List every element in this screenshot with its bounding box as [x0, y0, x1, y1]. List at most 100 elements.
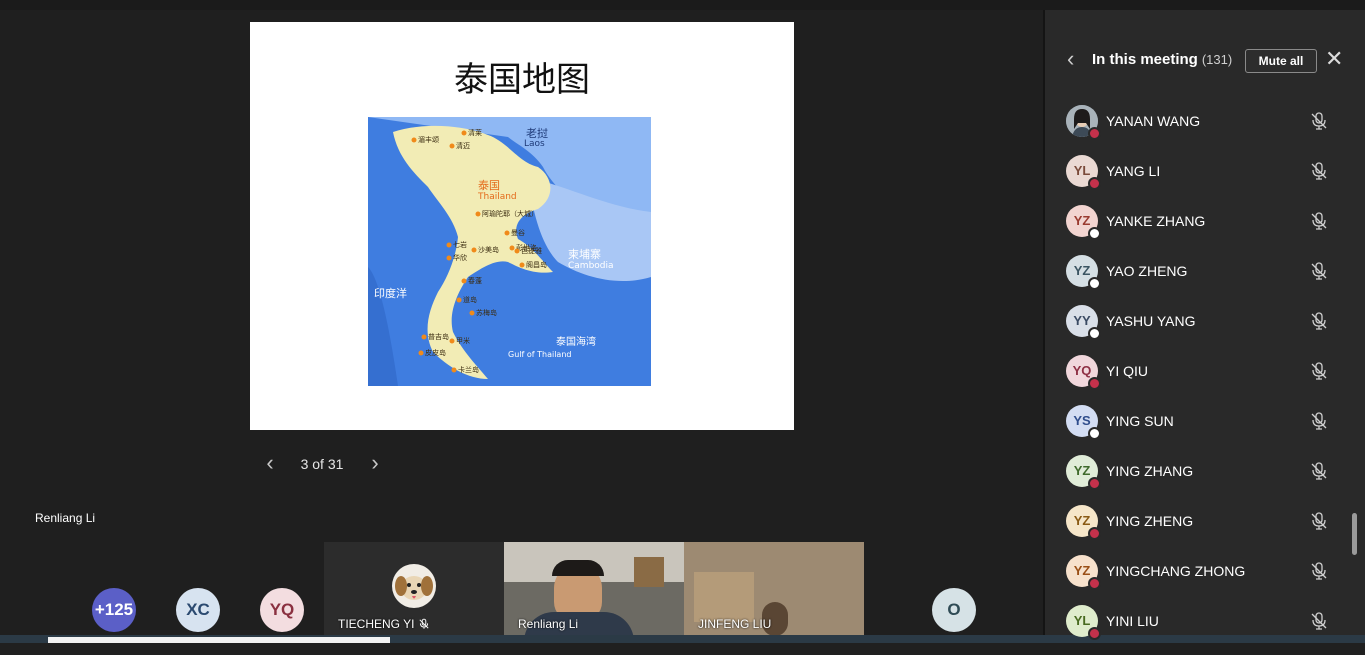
map-label-cambodia-cn: 柬埔寨 [568, 247, 601, 261]
participant-row[interactable]: YY YASHU YANG [1045, 305, 1350, 355]
participant-name: YANKE ZHANG [1106, 213, 1206, 229]
city-label: 湄丰颂 [418, 135, 439, 144]
map-label-gulf-en: Gulf of Thailand [508, 350, 571, 359]
thailand-map-image: 老挝 Laos 柬埔寨 Cambodia 印度洋 泰国海湾 Gulf of Th… [368, 117, 651, 386]
participant-row[interactable]: YANAN WANG [1045, 105, 1350, 155]
mute-all-button[interactable]: Mute all [1245, 49, 1317, 73]
city-marker [519, 262, 525, 268]
participant-count: (131) [1201, 52, 1233, 67]
city-marker [469, 310, 475, 316]
tile-name-tiecheng-yi: TIECHENG YI [338, 617, 415, 631]
city-label: 七岩 [453, 240, 467, 249]
participant-name: YING ZHANG [1106, 463, 1194, 479]
map-label-thailand-cn: 泰国 [478, 178, 500, 192]
mic-off-icon[interactable] [1309, 561, 1329, 581]
participant-row[interactable]: YZ YING ZHANG [1045, 455, 1350, 505]
chevron-left-icon[interactable]: ‹ [1067, 48, 1074, 70]
avatar-initials: YS [1073, 413, 1091, 428]
city-label: 清莱 [468, 128, 482, 137]
map-label-thailand-en: Thailand [477, 192, 517, 202]
map-label-gulf-cn: 泰国海湾 [556, 335, 596, 348]
mic-off-icon[interactable] [1309, 511, 1329, 531]
participant-row[interactable]: YZ YAO ZHENG [1045, 255, 1350, 305]
avatar-initials: YZ [1073, 263, 1091, 278]
mic-off-icon[interactable] [1309, 261, 1329, 281]
video-background-object [634, 557, 664, 587]
slide-title: 泰国地图 [454, 60, 590, 100]
content-stage: 泰国地图 老挝 Laos 柬埔寨 Cambodia 印度洋 泰国海湾 Gulf … [0, 10, 1043, 540]
avatar-o[interactable]: O [932, 588, 976, 632]
city-label: 阁昌岛 [526, 260, 547, 269]
presenter-name: Renliang Li [35, 511, 96, 525]
presence-status-icon [1088, 277, 1101, 290]
panel-header: ‹ In this meeting (131) Mute all ✕ [1045, 46, 1365, 74]
city-label: 普吉岛 [428, 332, 449, 341]
participant-name: YING SUN [1106, 413, 1174, 429]
participant-row[interactable]: YL YANG LI [1045, 155, 1350, 205]
participant-name: YI QIU [1106, 363, 1149, 379]
participant-name: YANG LI [1106, 163, 1161, 179]
presence-status-icon [1088, 627, 1101, 640]
participant-name: YINGCHANG ZHONG [1106, 563, 1246, 579]
vertical-scrollbar[interactable] [1352, 513, 1357, 555]
presence-status-icon [1088, 427, 1101, 440]
participant-name: YASHU YANG [1106, 313, 1196, 329]
mic-off-icon[interactable] [1309, 211, 1329, 231]
city-label: 皮皮岛 [425, 348, 446, 357]
mic-off-icon[interactable] [1309, 111, 1329, 131]
slide-navigation: ‹ 3 of 31 › [262, 452, 392, 475]
presence-status-icon [1088, 127, 1101, 140]
mic-off-icon[interactable] [1309, 361, 1329, 381]
video-tile-renliang-li[interactable]: Renliang Li [504, 542, 684, 635]
avatar-xc[interactable]: XC [176, 588, 220, 632]
close-icon[interactable]: ✕ [1325, 46, 1343, 72]
avatar-initials: YL [1073, 163, 1091, 178]
city-marker [504, 230, 510, 236]
city-marker [514, 248, 520, 254]
avatar-yq[interactable]: YQ [260, 588, 304, 632]
participant-row[interactable]: YZ YINGCHANG ZHONG [1045, 555, 1350, 605]
mic-off-icon[interactable] [1309, 411, 1329, 431]
avatar-initials: YZ [1073, 463, 1091, 478]
overflow-participants-button[interactable]: +125 [92, 588, 136, 632]
avatar-initials: YQ [1072, 363, 1092, 378]
participant-row[interactable]: YZ YING ZHENG [1045, 505, 1350, 555]
city-marker [461, 278, 467, 284]
mic-off-icon[interactable] [1309, 161, 1329, 181]
city-label: 道岛 [463, 295, 477, 304]
mic-off-icon[interactable] [1309, 461, 1329, 481]
mic-off-icon [419, 618, 429, 629]
city-marker [509, 245, 515, 251]
chevron-right-icon[interactable]: › [367, 452, 383, 475]
city-marker [451, 367, 457, 373]
chevron-left-icon[interactable]: ‹ [262, 452, 278, 475]
mic-off-icon[interactable] [1309, 311, 1329, 331]
horizontal-scrollbar[interactable] [48, 637, 390, 643]
presence-status-icon [1088, 577, 1101, 590]
city-label: 阿瑜陀耶（大城） [482, 209, 538, 218]
participant-row[interactable]: YL YINI LIU [1045, 605, 1350, 655]
participant-row[interactable]: YZ YANKE ZHANG [1045, 205, 1350, 255]
participant-row[interactable]: YQ YI QIU [1045, 355, 1350, 405]
city-marker [446, 242, 452, 248]
city-marker [449, 338, 455, 344]
page-counter: 3 of 31 [300, 456, 344, 472]
presence-status-icon [1088, 327, 1101, 340]
tile-name-jinfeng-liu: JINFENG LIU [698, 617, 772, 631]
participant-row[interactable]: YS YING SUN [1045, 405, 1350, 455]
map-label-laos-cn: 老挝 [526, 126, 548, 140]
city-marker [449, 143, 455, 149]
video-tile-jinfeng-liu[interactable]: JINFENG LIU [684, 542, 864, 635]
video-tile-tiecheng-yi[interactable]: TIECHENG YI [324, 542, 504, 635]
city-label: 卡兰岛 [458, 365, 479, 374]
presence-status-icon [1088, 377, 1101, 390]
city-marker [456, 297, 462, 303]
city-marker [461, 130, 467, 136]
city-label: 沙美岛 [478, 245, 499, 254]
presence-status-icon [1088, 477, 1101, 490]
city-marker [418, 350, 424, 356]
presence-status-icon [1088, 177, 1101, 190]
presence-status-icon [1088, 527, 1101, 540]
mic-off-icon[interactable] [1309, 611, 1329, 631]
tile-name-renliang-li: Renliang Li [518, 617, 579, 631]
